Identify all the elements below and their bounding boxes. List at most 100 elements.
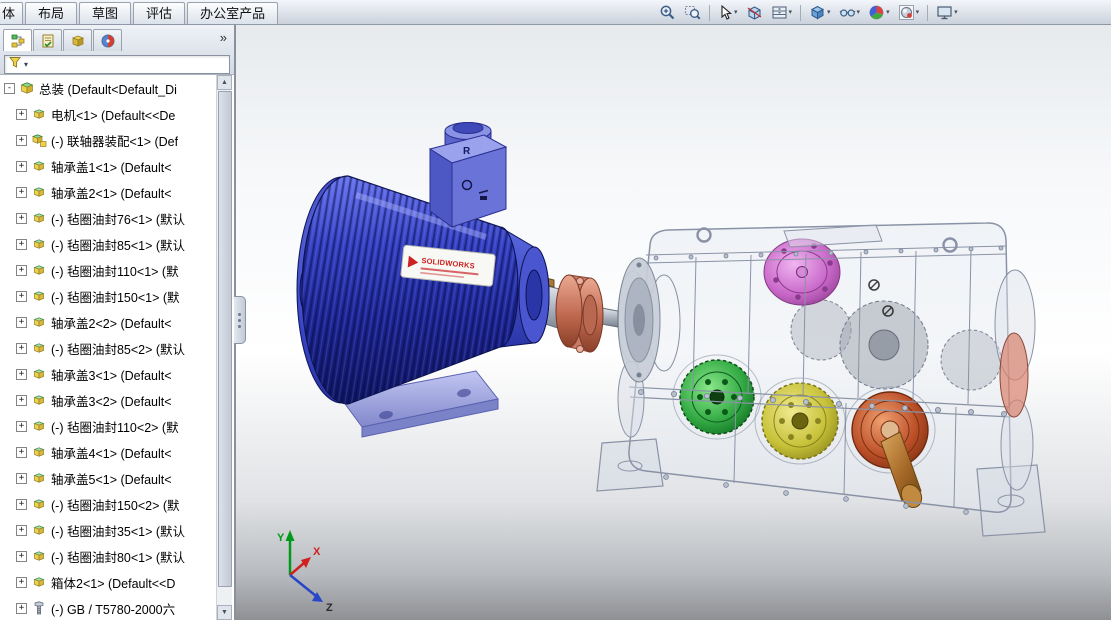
dropdown-caret-icon[interactable]: ▾ [954, 9, 958, 16]
tab-assembly[interactable]: 体 [0, 2, 23, 24]
tree-item-11[interactable]: + 轴承盖3<1> (Default< [0, 361, 219, 387]
graphics-area[interactable]: R SOLIDWORKS Y X Z [236, 25, 1111, 620]
filter-dropdown-caret[interactable]: ▾ [24, 60, 28, 69]
expand-toggle[interactable]: + [16, 577, 27, 588]
toolbar-separator [927, 5, 928, 21]
section-view-icon[interactable] [743, 3, 766, 23]
dropdown-caret-icon[interactable]: ▾ [886, 9, 890, 16]
view-orientation-icon[interactable]: ▾ [806, 3, 834, 23]
part-icon [31, 496, 47, 512]
expand-toggle[interactable]: + [16, 239, 27, 250]
tree-item-20[interactable]: + (-) GB / T5780-2000六 [0, 595, 219, 620]
expand-toggle[interactable]: + [16, 135, 27, 146]
scrollbar-thumb[interactable] [218, 91, 232, 587]
expand-toggle[interactable]: + [16, 447, 27, 458]
3d-scene[interactable]: R SOLIDWORKS Y X Z [236, 25, 1111, 620]
zoom-to-fit-icon[interactable] [656, 3, 679, 23]
motor-junction-box[interactable]: R [430, 123, 506, 228]
tree-filter-input[interactable]: ▾ [4, 55, 230, 74]
tree-item-8[interactable]: + (-) 毡圈油封150<1> (默 [0, 283, 219, 309]
tree-item-16[interactable]: + (-) 毡圈油封150<2> (默 [0, 491, 219, 517]
tree-item-13[interactable]: + (-) 毡圈油封110<2> (默 [0, 413, 219, 439]
electric-motor[interactable]: R SOLIDWORKS [297, 123, 549, 438]
tree-item-2[interactable]: + (-) 联轴器装配<1> (Def [0, 127, 219, 153]
tree-item-17[interactable]: + (-) 毡圈油封35<1> (默认 [0, 517, 219, 543]
tab-evaluate[interactable]: 评估 [133, 2, 185, 24]
tree-item-7[interactable]: + (-) 毡圈油封110<1> (默 [0, 257, 219, 283]
tree-item-10[interactable]: + (-) 毡圈油封85<2> (默认 [0, 335, 219, 361]
expand-toggle[interactable]: + [16, 161, 27, 172]
expand-toggle[interactable]: + [16, 265, 27, 276]
green-gear[interactable] [673, 355, 761, 439]
display-style-icon[interactable]: ▾ [836, 3, 864, 23]
scroll-up-button[interactable]: ▲ [217, 75, 232, 90]
filter-funnel-icon[interactable] [8, 55, 22, 74]
edit-appearance-icon[interactable]: ▾ [865, 3, 893, 23]
expand-toggle[interactable]: + [16, 109, 27, 120]
tree-item-3[interactable]: + 轴承盖1<1> (Default< [0, 153, 219, 179]
propertymanager-tab[interactable] [33, 29, 62, 51]
view-settings-icon[interactable]: ▾ [933, 3, 961, 23]
tree-item-label: 轴承盖5<1> (Default< [51, 469, 172, 488]
expand-toggle[interactable]: + [16, 317, 27, 328]
yellow-gear[interactable] [755, 378, 845, 464]
dimxpertmanager-tab[interactable] [93, 29, 122, 51]
dropdown-caret-icon[interactable]: ▾ [789, 9, 793, 16]
view-toolbar: ▾ ▾ ▾ ▾ ▾ ▾ ▾ [656, 1, 961, 24]
expand-toggle[interactable]: + [16, 551, 27, 562]
part-icon [31, 418, 47, 434]
scroll-down-button[interactable]: ▼ [217, 605, 232, 620]
expand-toggle[interactable]: + [16, 473, 27, 484]
tab-office-products[interactable]: 办公室产品 [187, 2, 278, 24]
tree-item-18[interactable]: + (-) 毡圈油封80<1> (默认 [0, 543, 219, 569]
tree-item-4[interactable]: + 轴承盖2<1> (Default< [0, 179, 219, 205]
part-icon [31, 210, 47, 226]
expand-toggle[interactable]: + [16, 187, 27, 198]
tree-item-12[interactable]: + 轴承盖3<2> (Default< [0, 387, 219, 413]
part-icon [31, 470, 47, 486]
triad-z-label: Z [326, 602, 333, 614]
select-arrow-icon[interactable]: ▾ [715, 3, 741, 23]
ribbon-tabs: 体布局草图评估办公室产品 [0, 2, 279, 24]
part-icon [31, 236, 47, 252]
tree-item-19[interactable]: + 箱体2<1> (Default<<D [0, 569, 219, 595]
dropdown-caret-icon[interactable]: ▾ [827, 9, 831, 16]
panel-overflow-chevron[interactable]: » [220, 30, 227, 45]
tree-item-15[interactable]: + 轴承盖5<1> (Default< [0, 465, 219, 491]
dropdown-caret-icon[interactable]: ▾ [916, 9, 920, 16]
expand-toggle[interactable]: + [16, 525, 27, 536]
tab-layout[interactable]: 布局 [25, 2, 77, 24]
expand-toggle[interactable]: + [16, 499, 27, 510]
expand-toggle[interactable]: + [16, 369, 27, 380]
expand-toggle[interactable]: + [16, 395, 27, 406]
tree-item-1[interactable]: + 电机<1> (Default<<De [0, 101, 219, 127]
panel-splitter-handle[interactable] [234, 296, 246, 344]
zoom-to-area-icon[interactable] [681, 3, 704, 23]
tree-item-label: 箱体2<1> (Default<<D [51, 573, 175, 592]
expand-toggle[interactable]: - [4, 83, 15, 94]
tab-sketch[interactable]: 草图 [79, 2, 131, 24]
tree-item-label: (-) 毡圈油封85<1> (默认 [51, 235, 185, 254]
tree-item-5[interactable]: + (-) 毡圈油封76<1> (默认 [0, 205, 219, 231]
expand-toggle[interactable]: + [16, 421, 27, 432]
magenta-bearing-cover[interactable] [764, 239, 840, 305]
feature-tree: - 总装 (Default<Default_Di + 电机<1> (Defaul… [0, 75, 219, 620]
configurationmanager-tab[interactable] [63, 29, 92, 51]
tree-item-6[interactable]: + (-) 毡圈油封85<1> (默认 [0, 231, 219, 257]
view-selector-icon[interactable]: ▾ [768, 3, 796, 23]
tree-item-label: (-) 毡圈油封76<1> (默认 [51, 209, 185, 228]
expand-toggle[interactable]: + [16, 213, 27, 224]
expand-toggle[interactable]: + [16, 291, 27, 302]
tree-item-14[interactable]: + 轴承盖4<1> (Default< [0, 439, 219, 465]
dropdown-caret-icon[interactable]: ▾ [857, 9, 861, 16]
featuremanager-tree-tab[interactable] [3, 29, 32, 51]
apply-scene-icon[interactable]: ▾ [895, 3, 923, 23]
expand-toggle[interactable]: + [16, 343, 27, 354]
tree-item-9[interactable]: + 轴承盖2<2> (Default< [0, 309, 219, 335]
dropdown-caret-icon[interactable]: ▾ [734, 9, 738, 16]
expand-toggle[interactable]: + [16, 603, 27, 614]
orientation-triad[interactable]: Y X Z [277, 530, 333, 614]
tree-scrollbar[interactable]: ▲ ▼ [216, 75, 232, 620]
tree-root-assembly[interactable]: - 总装 (Default<Default_Di [0, 75, 219, 101]
tree-item-label: (-) 毡圈油封80<1> (默认 [51, 547, 185, 566]
